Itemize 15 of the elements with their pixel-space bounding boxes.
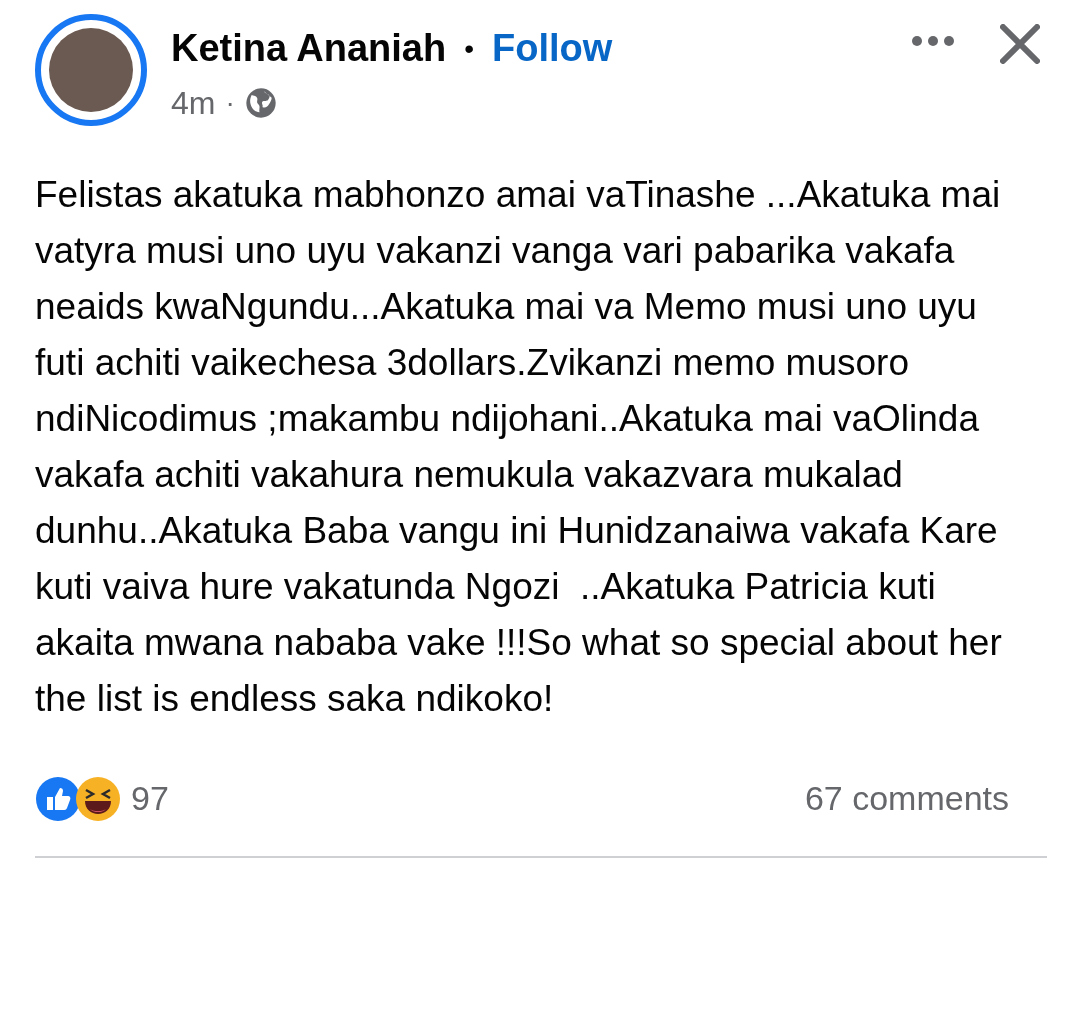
separator-dot: •: [464, 31, 474, 66]
globe-icon: [244, 87, 277, 119]
like-icon: [35, 775, 81, 822]
reaction-count[interactable]: 97: [131, 773, 169, 824]
post-time[interactable]: 4m: [171, 79, 216, 127]
follow-link[interactable]: Follow: [492, 20, 613, 77]
laughing-emoji-icon: [75, 775, 121, 822]
author-name[interactable]: Ketina Ananiah: [171, 20, 447, 77]
comment-count[interactable]: 67 comments: [804, 773, 1009, 824]
avatar[interactable]: [35, 14, 147, 126]
post-text: Felistas akatuka mabhonzo amai vaTinashe ...Akatuka mai vatyra musi uno uyu vakanzi vanga vari pabarika vakafa neaids kwaNgundu...Akatuka mai va Memo musi uno uyu futi achiti vaikechesa 3dollars.Zvikanzi memo musoro ndiNicodimus ;makambu ndijohani..Akatuka mai vaOlinda vakafa achiti vakahura nemukula vakazvara mukalad dunhu..Akatuka Baba vangu ini Hunidzanaiwa vakafa Kare kuti vaiva hure vakatunda Ngozi ..Akatuka Patricia kuti akaita mwana nababa vake !!!So what so special about her the list is endless saka ndikoko!: [35, 173, 1003, 721]
reaction-icons[interactable]: [35, 775, 121, 822]
separator-dot: ·: [225, 86, 235, 120]
more-options-icon[interactable]: [912, 36, 954, 46]
close-icon[interactable]: [1000, 24, 1040, 64]
